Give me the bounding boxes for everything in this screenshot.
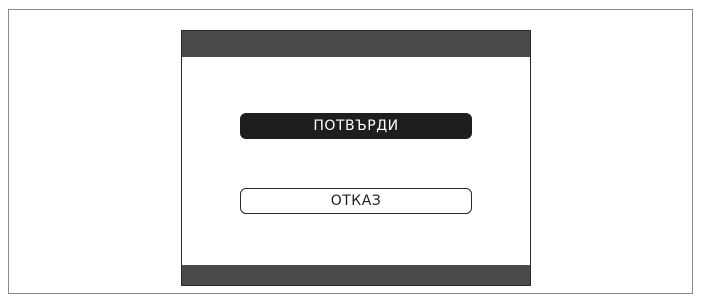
screen-header-bar: [182, 31, 530, 57]
device-screen: ПОТВЪРДИ ОТКАЗ: [181, 30, 531, 286]
confirm-button[interactable]: ПОТВЪРДИ: [240, 113, 472, 139]
confirm-button-label: ПОТВЪРДИ: [313, 118, 399, 134]
screen-footer-bar: [182, 265, 530, 285]
cancel-button-label: ОТКАЗ: [330, 193, 382, 209]
cancel-button[interactable]: ОТКАЗ: [240, 188, 472, 214]
